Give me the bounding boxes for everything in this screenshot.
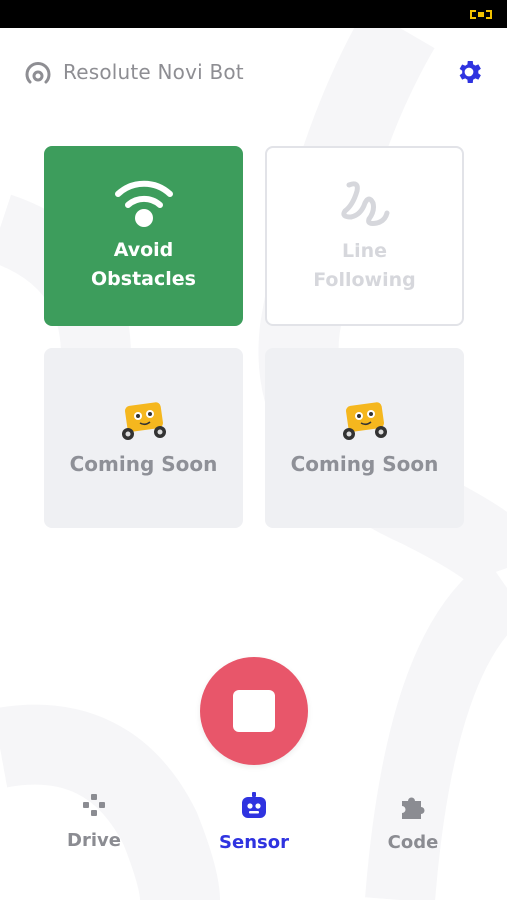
coming-soon-card[interactable]: Coming Soon xyxy=(44,348,243,528)
bottom-nav: Drive Sensor Code xyxy=(0,770,507,900)
nav-code[interactable]: Code xyxy=(358,792,468,872)
robot-mascot-icon xyxy=(121,401,166,440)
stop-icon xyxy=(233,690,275,732)
card-label: Line Following xyxy=(313,240,416,291)
app-title: Resolute Novi Bot xyxy=(63,60,244,84)
battery-icon xyxy=(470,10,492,19)
card-label: Coming Soon xyxy=(290,451,439,476)
nav-label: Drive xyxy=(67,830,121,851)
nav-label: Code xyxy=(387,832,439,853)
wifi-icon xyxy=(114,180,173,227)
nav-sensor[interactable]: Sensor xyxy=(199,792,309,872)
squiggle-line-icon xyxy=(340,181,389,226)
line-following-card[interactable]: Line Following xyxy=(265,146,464,326)
robot-icon xyxy=(242,792,266,818)
puzzle-icon xyxy=(402,797,425,819)
coming-soon-card[interactable]: Coming Soon xyxy=(265,348,464,528)
card-label: Avoid Obstacles xyxy=(91,239,196,290)
avoid-obstacles-card[interactable]: Avoid Obstacles xyxy=(44,146,243,326)
gear-icon[interactable] xyxy=(454,57,484,87)
signal-icon xyxy=(25,62,51,84)
nav-label: Sensor xyxy=(219,832,289,853)
card-label: Coming Soon xyxy=(69,451,218,476)
header: Resolute Novi Bot xyxy=(0,48,507,98)
gamepad-icon xyxy=(83,794,105,816)
nav-drive[interactable]: Drive xyxy=(39,792,149,872)
stop-button[interactable] xyxy=(200,657,308,765)
robot-mascot-icon xyxy=(342,401,387,440)
status-bar xyxy=(0,0,507,28)
